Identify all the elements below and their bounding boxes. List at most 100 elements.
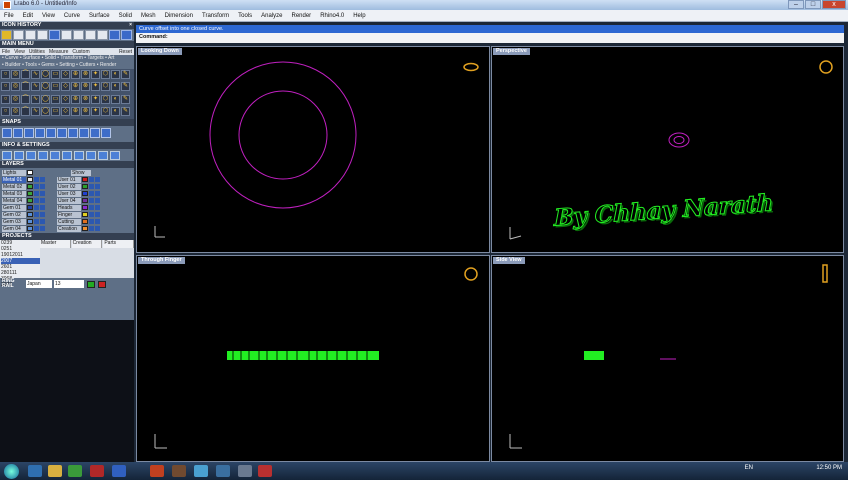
history-tool-icon[interactable] bbox=[1, 30, 12, 40]
layer-visibility-toggle[interactable] bbox=[34, 177, 39, 182]
snap-icon[interactable] bbox=[57, 128, 67, 138]
layer-name[interactable]: Gem 04 bbox=[2, 225, 26, 232]
tool-icon[interactable]: ⊕ bbox=[71, 82, 80, 92]
layer-color-swatch[interactable] bbox=[27, 177, 33, 182]
tool-icon[interactable]: ○ bbox=[1, 106, 10, 116]
layer-visibility-toggle[interactable] bbox=[34, 198, 39, 203]
tool-icon[interactable]: ◇ bbox=[61, 70, 70, 79]
menu-file[interactable]: File bbox=[4, 13, 14, 19]
maximize-button[interactable]: □ bbox=[805, 0, 821, 9]
layer-color-swatch[interactable] bbox=[82, 205, 88, 210]
app-icon[interactable] bbox=[172, 465, 186, 477]
layer-visibility-toggle[interactable] bbox=[89, 184, 94, 189]
layer-lock-toggle[interactable] bbox=[95, 198, 100, 203]
ring-view-icon[interactable] bbox=[822, 264, 828, 283]
tool-icon[interactable]: ⬡ bbox=[101, 70, 110, 79]
column-creation[interactable]: Creation bbox=[71, 240, 103, 248]
layer-color-swatch[interactable] bbox=[27, 219, 33, 224]
tool-icon[interactable]: ◯ bbox=[41, 106, 50, 116]
history-tool-icon[interactable] bbox=[61, 30, 72, 40]
settings-icon[interactable] bbox=[74, 151, 84, 160]
layer-visibility-toggle[interactable] bbox=[89, 191, 94, 196]
layer-lock-toggle[interactable] bbox=[95, 191, 100, 196]
tool-icon[interactable]: ◎ bbox=[11, 82, 20, 92]
layer-visibility-toggle[interactable] bbox=[89, 198, 94, 203]
layer-lock-toggle[interactable] bbox=[95, 184, 100, 189]
tab-measure[interactable]: Measure bbox=[49, 49, 68, 55]
layer-color-swatch[interactable] bbox=[27, 184, 33, 189]
snap-icon[interactable] bbox=[90, 128, 100, 138]
acrobat-icon[interactable] bbox=[90, 465, 104, 477]
tool-icon[interactable]: ◇ bbox=[61, 94, 70, 104]
minimize-button[interactable]: – bbox=[788, 0, 804, 9]
tab-file[interactable]: File bbox=[2, 49, 10, 55]
forward-arrow-icon[interactable] bbox=[121, 30, 132, 40]
menu-analyze[interactable]: Analyze bbox=[261, 13, 282, 19]
tool-icon[interactable]: ∿ bbox=[31, 70, 40, 79]
tab-custom[interactable]: Custom bbox=[72, 49, 89, 55]
tool-icon[interactable]: ◇ bbox=[61, 106, 70, 116]
layer-color-swatch[interactable] bbox=[82, 212, 88, 217]
history-tool-icon[interactable] bbox=[13, 30, 24, 40]
tool-icon[interactable]: ⊕ bbox=[71, 70, 80, 79]
layer-visibility-toggle[interactable] bbox=[89, 177, 94, 182]
column-parts[interactable]: Parts bbox=[103, 240, 135, 248]
tool-icon[interactable]: ◎ bbox=[11, 106, 20, 116]
tool-icon[interactable]: ▭ bbox=[51, 94, 60, 104]
layer-color-swatch[interactable] bbox=[27, 191, 33, 196]
settings-icon[interactable] bbox=[86, 151, 96, 160]
layer-lock-toggle[interactable] bbox=[40, 177, 45, 182]
tool-icon[interactable]: ⬡ bbox=[101, 82, 110, 92]
lights-swatch[interactable] bbox=[27, 170, 33, 175]
tool-icon[interactable]: ◎ bbox=[11, 94, 20, 104]
settings-icon[interactable] bbox=[110, 151, 120, 160]
tool-icon[interactable]: ▭ bbox=[51, 82, 60, 92]
layer-visibility-toggle[interactable] bbox=[34, 219, 39, 224]
explorer-icon[interactable] bbox=[48, 465, 62, 477]
layer-name[interactable]: Gem 03 bbox=[2, 218, 26, 225]
layer-name[interactable]: Finger bbox=[57, 211, 81, 218]
settings-icon[interactable] bbox=[62, 151, 72, 160]
tool-icon[interactable]: ✦ bbox=[91, 106, 100, 116]
viewport-side[interactable]: Side View bbox=[491, 255, 844, 462]
settings-icon[interactable] bbox=[2, 151, 12, 160]
snap-icon[interactable] bbox=[46, 128, 56, 138]
layer-visibility-toggle[interactable] bbox=[89, 205, 94, 210]
layer-visibility-toggle[interactable] bbox=[34, 226, 39, 231]
tool-icon[interactable]: ✎ bbox=[121, 82, 130, 92]
menu-tools[interactable]: Tools bbox=[238, 13, 252, 19]
layer-color-swatch[interactable] bbox=[82, 177, 88, 182]
chrome-icon[interactable] bbox=[194, 465, 208, 477]
snap-icon[interactable] bbox=[24, 128, 34, 138]
language-indicator[interactable]: EN bbox=[745, 465, 753, 471]
snap-icon[interactable] bbox=[68, 128, 78, 138]
tool-icon[interactable]: ◐ bbox=[111, 82, 120, 92]
layer-color-swatch[interactable] bbox=[27, 212, 33, 217]
command-category-row-2[interactable]: • Builder • Tools • Gems • Setting • Cut… bbox=[0, 62, 134, 69]
layer-color-swatch[interactable] bbox=[27, 205, 33, 210]
layer-name[interactable]: User 03 bbox=[57, 190, 81, 197]
history-tool-icon[interactable] bbox=[49, 30, 60, 40]
settings-icon[interactable] bbox=[38, 151, 48, 160]
tool-icon[interactable]: ⊕ bbox=[71, 94, 80, 104]
layer-name[interactable]: Gem 01 bbox=[2, 204, 26, 211]
column-master[interactable]: Master bbox=[40, 240, 71, 248]
viewport-top[interactable]: Looking Down bbox=[136, 46, 490, 253]
layer-lock-toggle[interactable] bbox=[95, 219, 100, 224]
tool-icon[interactable]: ∿ bbox=[31, 94, 40, 104]
menu-transform[interactable]: Transform bbox=[202, 13, 229, 19]
tool-icon[interactable]: ⌒ bbox=[21, 70, 30, 79]
history-tool-icon[interactable] bbox=[37, 30, 48, 40]
viewport-perspective[interactable]: Perspective By Chhay Narath bbox=[491, 46, 844, 253]
layer-name[interactable]: User 02 bbox=[57, 183, 81, 190]
layer-lock-toggle[interactable] bbox=[40, 184, 45, 189]
menu-edit[interactable]: Edit bbox=[23, 13, 33, 19]
tool-icon[interactable]: ○ bbox=[1, 70, 10, 79]
layer-visibility-toggle[interactable] bbox=[89, 219, 94, 224]
back-arrow-icon[interactable] bbox=[109, 30, 120, 40]
menu-mesh[interactable]: Mesh bbox=[141, 13, 156, 19]
media-icon[interactable] bbox=[68, 465, 82, 477]
close-button[interactable]: x bbox=[822, 0, 846, 9]
layer-visibility-toggle[interactable] bbox=[89, 226, 94, 231]
tool-icon[interactable]: ✦ bbox=[91, 70, 100, 79]
